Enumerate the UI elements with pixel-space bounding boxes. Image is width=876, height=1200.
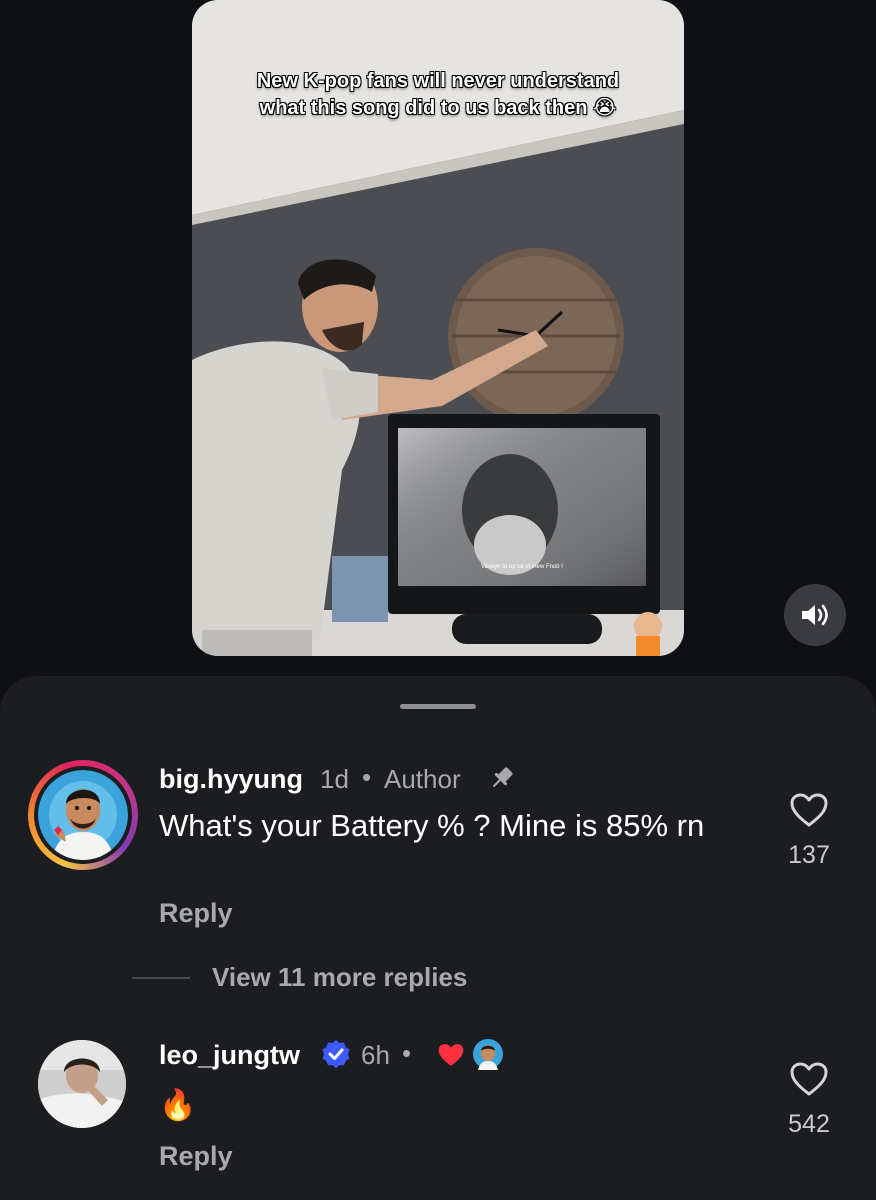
comment-username[interactable]: big.hyyung [159, 764, 303, 795]
comment-time: 1d [320, 764, 349, 794]
like-count: 137 [788, 841, 830, 869]
like-count: 542 [788, 1110, 830, 1138]
avatar-illustration [38, 770, 128, 860]
volume-icon [802, 604, 828, 626]
author-badge: Author [384, 764, 461, 794]
heart-outline-icon[interactable] [789, 792, 829, 828]
comment-username[interactable]: leo_jungtw [159, 1040, 300, 1071]
replies-divider [132, 977, 190, 979]
creator-mini-avatar [473, 1039, 503, 1070]
avatar-photo [38, 1040, 126, 1128]
reply-button[interactable]: Reply [159, 1141, 233, 1172]
meta-separator: • [402, 1038, 412, 1068]
television: Vaveyn to op tai ot inew Fnob I [388, 414, 660, 644]
view-more-replies-button[interactable]: View 11 more replies [212, 962, 467, 993]
avatar-leo-jungtw[interactable] [38, 1040, 126, 1128]
verified-badge-icon [322, 1040, 350, 1068]
sheet-drag-handle[interactable] [400, 704, 476, 709]
video-player[interactable]: Vaveyn to op tai ot inew Fnob I New K-po… [192, 0, 684, 656]
tv-subtitle: Vaveyn to op tai ot inew Fnob I [481, 564, 563, 570]
comment-time: 6h [361, 1040, 390, 1070]
creator-loved-heart-icon [438, 1044, 464, 1066]
mute-toggle-button[interactable] [784, 584, 846, 646]
comment-text: What's your Battery % ? Mine is 85% rn [159, 808, 705, 843]
reply-button[interactable]: Reply [159, 898, 233, 929]
comments-sheet: big.hyyung 1d • Author What's your Batte… [0, 676, 876, 1200]
video-caption-overlay: New K-pop fans will never understand wha… [256, 70, 620, 119]
pin-icon [492, 767, 513, 788]
heart-outline-icon[interactable] [789, 1061, 829, 1097]
comment-text: 🔥 [159, 1089, 197, 1122]
avatar-big-hyyung[interactable] [28, 760, 138, 870]
meta-separator: • [362, 762, 372, 792]
